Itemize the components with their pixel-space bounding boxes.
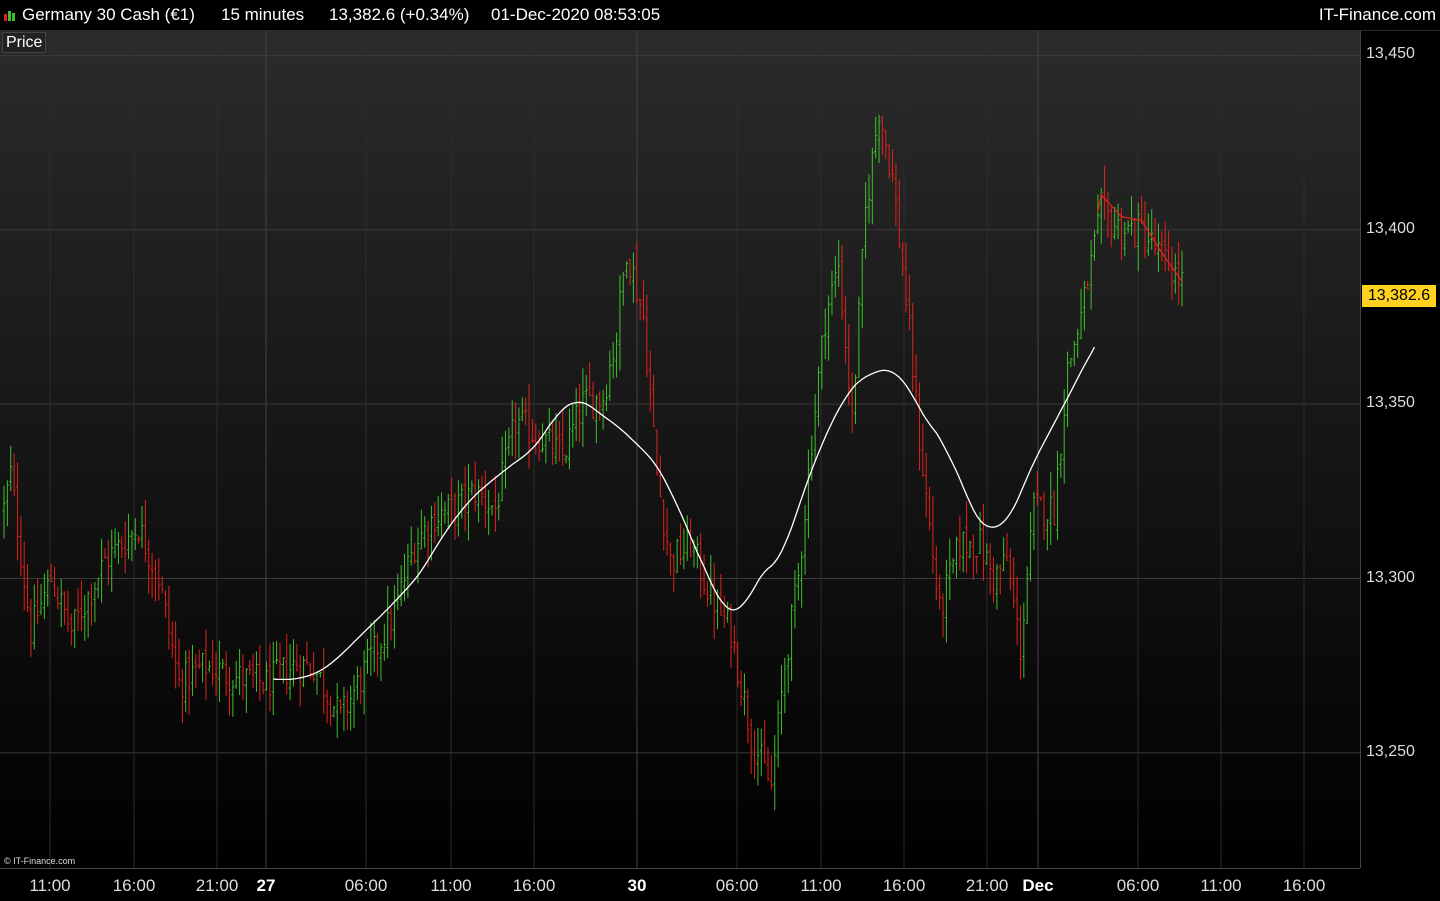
x-tick-label: 16:00 — [882, 876, 926, 895]
chart-header: Germany 30 Cash (€1) 15 minutes 13,382.6… — [0, 0, 1440, 31]
x-tick-label: 11:00 — [800, 876, 842, 895]
x-tick-label: 11:00 — [1200, 876, 1242, 895]
moving-average-line — [273, 346, 1096, 681]
x-tick-label: 06:00 — [1116, 876, 1160, 895]
x-tick-label: 06:00 — [344, 876, 388, 895]
x-tick-label: 11:00 — [430, 876, 472, 895]
panel-label: Price — [2, 32, 47, 53]
x-tick-label: 16:00 — [112, 876, 156, 895]
timeframe-label[interactable]: 15 minutes — [221, 5, 304, 25]
x-tick-label: 11:00 — [29, 876, 71, 895]
x-tick-label: 27 — [256, 876, 276, 895]
moving-average-tail — [1097, 193, 1183, 282]
x-tick-label: 21:00 — [965, 876, 1009, 895]
instrument-name[interactable]: Germany 30 Cash (€1) — [22, 5, 195, 25]
x-tick-label: 16:00 — [1282, 876, 1326, 895]
x-tick-label: 30 — [627, 876, 647, 895]
datetime-label: 01-Dec-2020 08:53:05 — [491, 5, 661, 24]
x-tick-label: 06:00 — [715, 876, 759, 895]
y-tick-label: 13,400 — [1366, 219, 1415, 237]
y-tick-label: 13,450 — [1366, 45, 1415, 63]
quote-label: 13,382.6 (+0.34%) — [329, 5, 470, 24]
brand-label: IT-Finance.com — [1318, 5, 1436, 24]
y-tick-label: 13,300 — [1366, 568, 1415, 586]
price-chart[interactable] — [0, 0, 1440, 900]
x-tick-label: Dec — [1022, 876, 1054, 895]
last-price-badge: 13,382.6 — [1362, 285, 1436, 307]
x-tick-label: 16:00 — [512, 876, 556, 895]
y-tick-label: 13,250 — [1366, 742, 1415, 760]
x-tick-label: 21:00 — [195, 876, 239, 895]
y-tick-label: 13,350 — [1366, 394, 1415, 412]
copyright-label: © IT-Finance.com — [4, 856, 76, 866]
chart-logo-icon — [4, 11, 15, 21]
